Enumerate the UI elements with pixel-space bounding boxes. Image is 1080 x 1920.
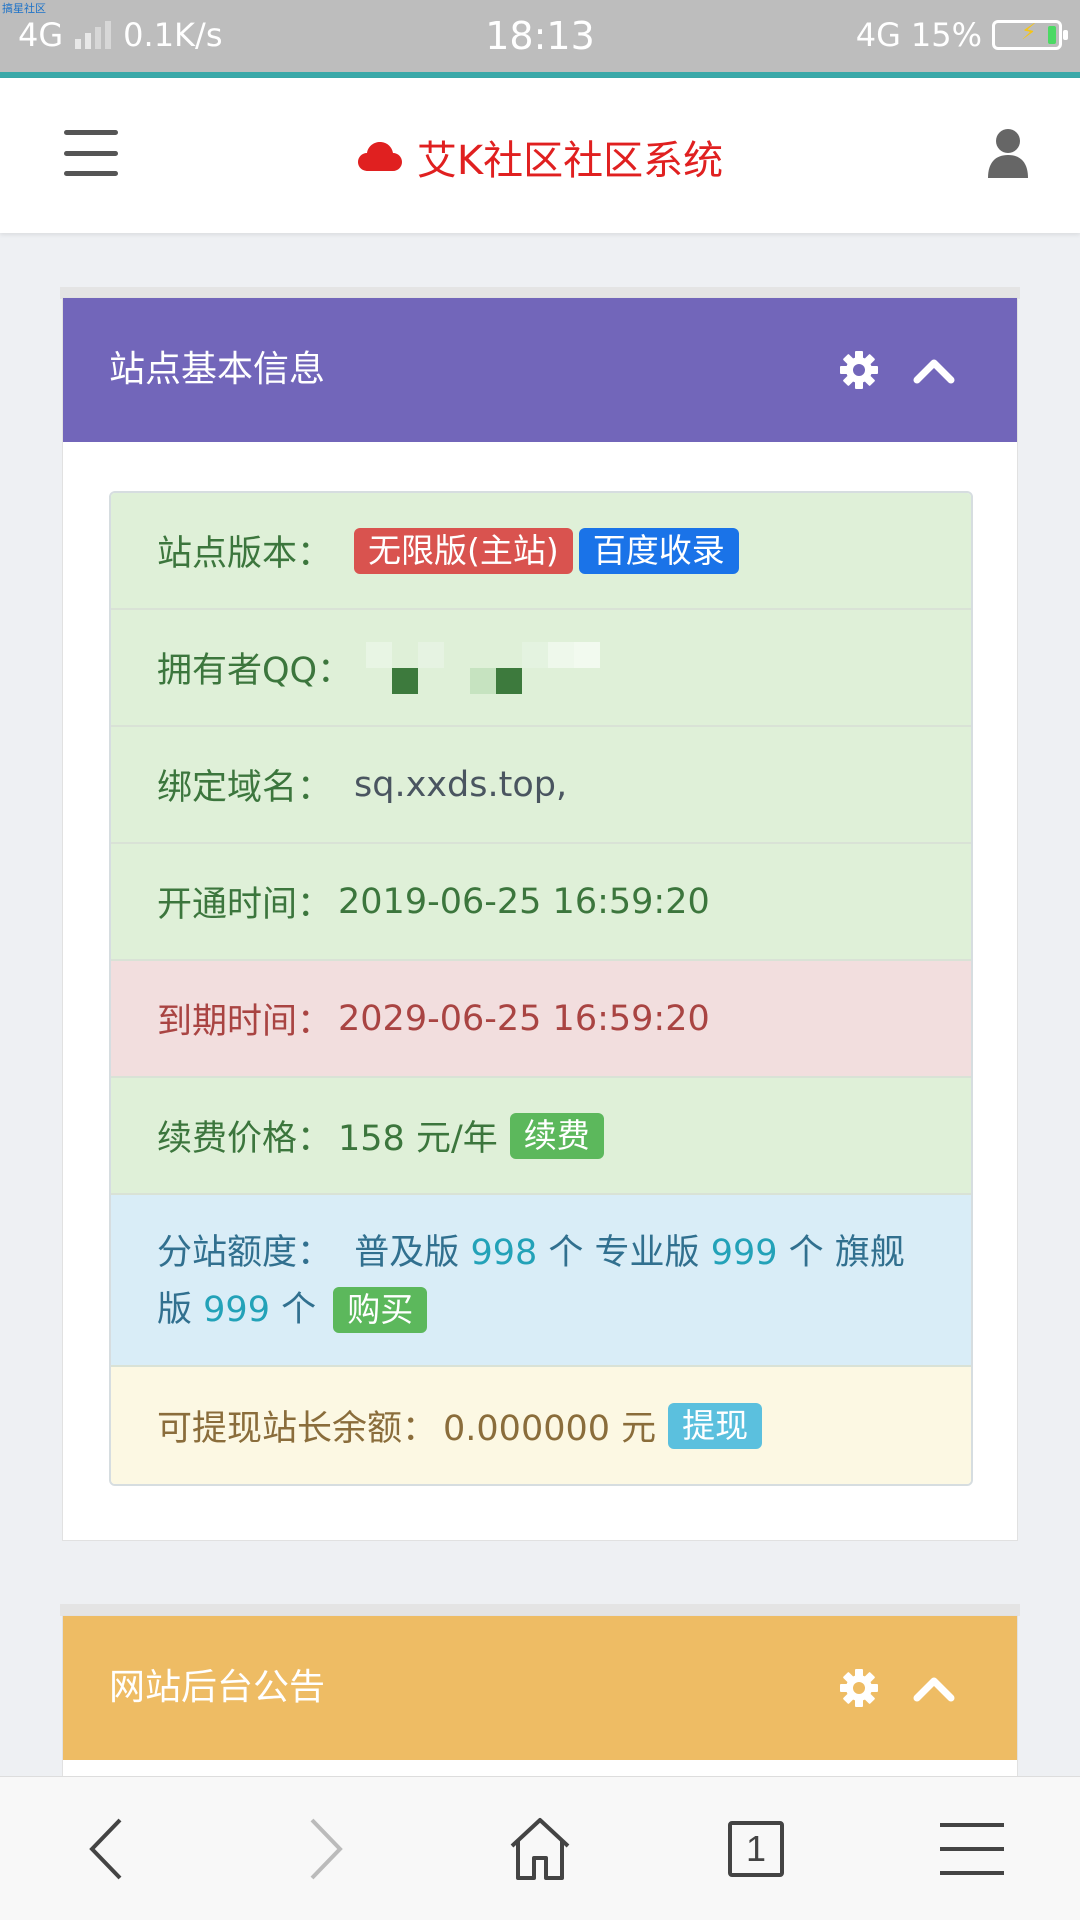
buy-button[interactable]: 购买 [333, 1287, 428, 1333]
forward-button[interactable] [286, 1813, 366, 1885]
site-info-list: 站点版本： 无限版(主站) 百度收录 拥有者QQ： 绑定域名： sq.xxds.… [109, 491, 973, 1486]
row-open-time: 开通时间： 2019-06-25 16:59:20 [111, 844, 971, 961]
chevron-left-icon [89, 1818, 122, 1880]
open-time-value: 2019-06-25 16:59:20 [338, 881, 710, 922]
quota-unit-1: 个 [548, 1233, 584, 1273]
user-icon[interactable] [986, 128, 1030, 178]
domain-label: 绑定域名： [157, 768, 333, 808]
cloud-icon [357, 142, 402, 171]
balance-label: 可提现站长余额： [157, 1409, 438, 1449]
quota-unit-2: 个 [788, 1233, 824, 1273]
site-title: 艾K社区社区系统 [416, 138, 724, 184]
owner-qq-label: 拥有者QQ： [157, 651, 353, 691]
domain-value: sq.xxds.top, [354, 764, 568, 805]
quota-basic-count: 998 [470, 1233, 538, 1273]
back-button[interactable] [66, 1813, 146, 1885]
expire-time-label: 到期时间： [157, 1002, 333, 1042]
browser-toolbar: 1 [0, 1776, 1080, 1920]
tabs-button[interactable]: 1 [716, 1813, 796, 1885]
chevron-right-icon [310, 1818, 343, 1880]
status-bar: 搞星社区 4G 0.1K/s 18:13 4G 15% ⚡ [0, 0, 1080, 75]
notice-tools [839, 1668, 955, 1708]
site-brand[interactable]: 艾K社区社区系统 [0, 128, 1080, 186]
expire-time-value: 2029-06-25 16:59:20 [338, 998, 710, 1039]
site-info-panel: 站点基本信息 站点版本： 无限版(主站) 百度收录 拥有者QQ： 绑定域名： s… [62, 297, 1018, 1541]
withdraw-button[interactable]: 提现 [668, 1402, 763, 1449]
row-domain: 绑定域名： sq.xxds.top, [111, 727, 971, 844]
row-expire-time: 到期时间： 2029-06-25 16:59:20 [111, 961, 971, 1078]
gear-icon[interactable] [839, 350, 879, 390]
home-icon [510, 1818, 570, 1880]
row-quota: 分站额度： 普及版 998 个 专业版 999 个 旗舰版 999 个 购买 [111, 1195, 971, 1367]
status-right: 4G 15% ⚡ [855, 16, 1068, 54]
battery-percent: 15% [910, 16, 982, 54]
renew-price: 158 元/年 [338, 1119, 498, 1159]
row-owner-qq: 拥有者QQ： [111, 610, 971, 727]
qq-pixelated-value [366, 641, 601, 694]
balance-value: 0.000000 元 [443, 1409, 657, 1449]
version-label: 站点版本： [157, 534, 333, 574]
panel-tools [839, 350, 955, 390]
baidu-index-badge: 百度收录 [578, 527, 739, 574]
tab-count: 1 [728, 1821, 784, 1877]
quota-label: 分站额度： [157, 1233, 333, 1273]
open-time-label: 开通时间： [157, 885, 333, 925]
notice-title: 网站后台公告 [109, 1667, 326, 1708]
site-info-header: 站点基本信息 [63, 298, 1017, 442]
notice-header: 网站后台公告 [63, 1616, 1017, 1760]
chevron-up-icon[interactable] [913, 356, 955, 384]
network-type-right: 4G [855, 16, 901, 54]
menu-icon [940, 1823, 1004, 1875]
renew-label: 续费价格： [157, 1119, 333, 1159]
home-button[interactable] [500, 1813, 580, 1885]
version-badge: 无限版(主站) [354, 527, 573, 574]
quota-pro-count: 999 [710, 1233, 778, 1273]
quota-unit-3: 个 [281, 1290, 317, 1330]
battery-icon: ⚡ [992, 20, 1068, 50]
panel-title: 站点基本信息 [109, 349, 326, 390]
notice-panel: 网站后台公告 [62, 1615, 1018, 1795]
renew-button[interactable]: 续费 [509, 1112, 604, 1159]
quota-flagship-count: 999 [203, 1290, 270, 1330]
row-renew: 续费价格： 158 元/年 续费 [111, 1078, 971, 1195]
quota-basic: 普及版 [354, 1233, 460, 1273]
chevron-up-icon[interactable] [913, 1674, 955, 1702]
row-version: 站点版本： 无限版(主站) 百度收录 [111, 493, 971, 610]
browser-menu-button[interactable] [932, 1813, 1012, 1885]
row-balance: 可提现站长余额： 0.000000 元 提现 [111, 1367, 971, 1484]
app-header: 艾K社区社区系统 [0, 78, 1080, 233]
quota-pro: 专业版 [594, 1233, 700, 1273]
gear-icon[interactable] [839, 1668, 879, 1708]
